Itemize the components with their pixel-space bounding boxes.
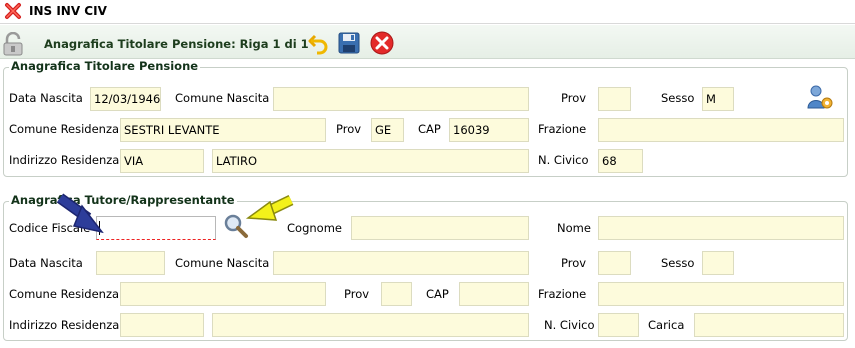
pensioner-prov-res-label: Prov [336, 122, 362, 136]
guardian-data-nascita-field[interactable] [96, 251, 165, 275]
user-settings-icon[interactable] [806, 84, 834, 112]
guardian-codice-fiscale-field[interactable] [96, 216, 216, 240]
guardian-frazione-label: Frazione [538, 287, 587, 301]
pensioner-frazione-field[interactable] [598, 118, 844, 142]
pensioner-indirizzo-tipo-field[interactable]: VIA [120, 149, 204, 173]
guardian-nome-label: Nome [557, 221, 591, 235]
guardian-prov-field[interactable] [598, 251, 631, 275]
text-caret [99, 221, 100, 235]
guardian-frazione-field[interactable] [598, 282, 844, 306]
header-title: Anagrafica Titolare Pensione: Riga 1 di … [44, 37, 309, 51]
guardian-carica-label: Carica [648, 318, 685, 332]
pensioner-indirizzo-field[interactable]: LATIRO [212, 149, 529, 173]
guardian-carica-field[interactable] [694, 313, 844, 337]
guardian-cognome-label: Cognome [287, 221, 342, 235]
guardian-comune-nascita-field[interactable] [273, 251, 529, 275]
guardian-indirizzo-label: Indirizzo Residenza [9, 318, 120, 332]
pensioner-indirizzo-label: Indirizzo Residenza [9, 153, 120, 167]
guardian-comune-nascita-label: Comune Nascita [175, 256, 270, 270]
magnifier-icon[interactable] [223, 213, 249, 239]
pensioner-prov-field[interactable] [598, 87, 631, 111]
window-title-bar: INS INV CIV [0, 0, 855, 24]
guardian-sesso-label: Sesso [661, 256, 695, 270]
pensioner-sesso-field[interactable]: M [702, 87, 734, 111]
pensioner-comune-nascita-label: Comune Nascita [175, 91, 270, 105]
guardian-cap-field[interactable] [459, 282, 529, 306]
guardian-codice-fiscale-label: Codice Fiscale [9, 221, 91, 235]
pensioner-civico-field[interactable]: 68 [598, 149, 643, 173]
pensioner-sesso-label: Sesso [661, 91, 695, 105]
guardian-prov-label: Prov [561, 256, 587, 270]
cancel-circle-icon[interactable] [370, 31, 394, 55]
guardian-cap-label: CAP [426, 287, 449, 301]
close-x-icon[interactable] [4, 2, 22, 20]
pensioner-legend: Anagrafica Titolare Pensione [9, 59, 201, 73]
pensioner-data-nascita-field[interactable]: 12/03/1946 [90, 87, 161, 111]
guardian-civico-label: N. Civico [544, 318, 595, 332]
window-title: INS INV CIV [29, 4, 107, 18]
guardian-comune-residenza-field[interactable] [120, 282, 326, 306]
undo-arrow-icon[interactable] [307, 31, 331, 55]
pensioner-frazione-label: Frazione [538, 122, 587, 136]
guardian-civico-field[interactable] [598, 313, 639, 337]
pensioner-comune-residenza-field[interactable]: SESTRI LEVANTE [120, 118, 326, 142]
pensioner-data-nascita-label: Data Nascita [9, 91, 83, 105]
guardian-legend: Anagrafica Tutore/Rappresentante [9, 193, 237, 207]
pensioner-prov-label: Prov [561, 91, 587, 105]
guardian-cognome-field[interactable] [351, 216, 529, 240]
form-header: Anagrafica Titolare Pensione: Riga 1 di … [0, 25, 855, 59]
lock-icon [3, 32, 23, 56]
pensioner-cap-field[interactable]: 16039 [449, 118, 529, 142]
pensioner-civico-label: N. Civico [538, 153, 589, 167]
guardian-indirizzo-tipo-field[interactable] [120, 313, 204, 337]
guardian-prov-res-label: Prov [344, 287, 370, 301]
pensioner-comune-nascita-field[interactable] [273, 87, 529, 111]
guardian-sesso-field[interactable] [702, 251, 734, 275]
guardian-indirizzo-field[interactable] [212, 313, 529, 337]
pensioner-cap-label: CAP [418, 122, 441, 136]
guardian-nome-field[interactable] [598, 216, 844, 240]
pensioner-prov-res-field[interactable]: GE [371, 118, 404, 142]
guardian-comune-residenza-label: Comune Residenza [9, 287, 120, 301]
pensioner-comune-residenza-label: Comune Residenza [9, 122, 120, 136]
guardian-data-nascita-label: Data Nascita [9, 256, 83, 270]
floppy-disk-icon[interactable] [337, 31, 361, 55]
guardian-prov-res-field[interactable] [381, 282, 412, 306]
